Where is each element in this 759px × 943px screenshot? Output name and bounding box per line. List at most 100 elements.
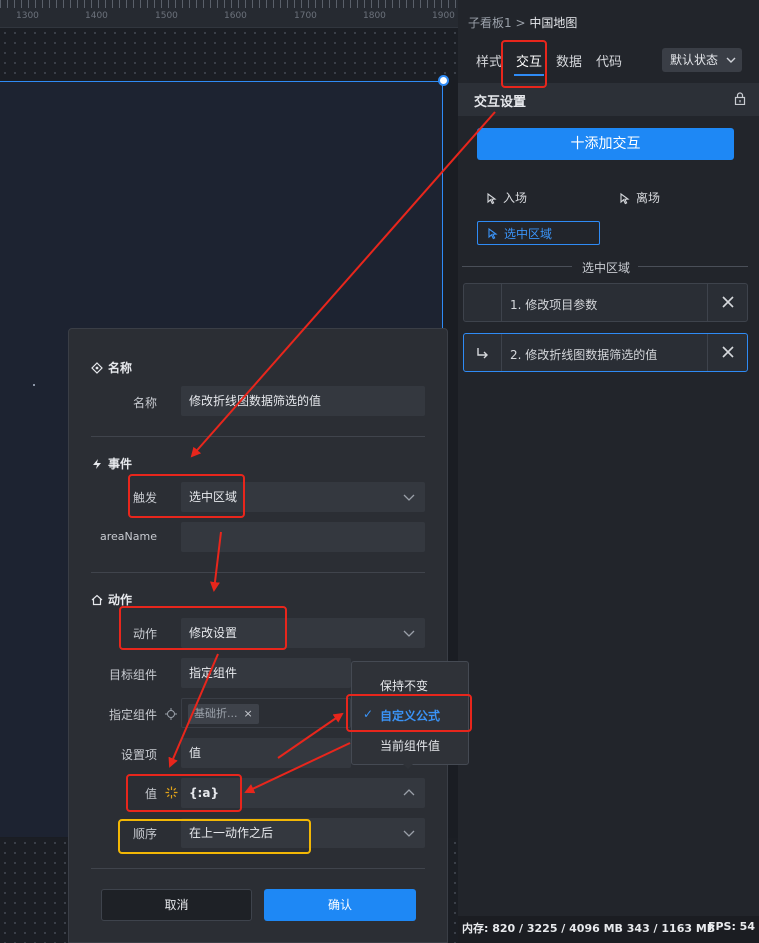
close-icon[interactable] (720, 344, 736, 360)
crosshair-icon[interactable] (165, 708, 177, 720)
item-separator (501, 284, 502, 321)
name-field[interactable]: 修改折线图数据筛选的值 (181, 386, 425, 416)
divider-line (638, 266, 748, 267)
event-enter-label: 入场 (503, 191, 528, 205)
setting-item-value: 值 (189, 746, 202, 760)
lightning-icon (93, 458, 101, 469)
action-list-item[interactable]: 2. 修改折线图数据筛选的值 (463, 333, 748, 372)
chevron-down-icon (403, 818, 415, 860)
value-source-menu: 保持不变 ✓ 自定义公式 当前组件值 (351, 661, 469, 765)
ruler-label: 1300 (16, 11, 39, 21)
action-list-title: 选中区域 (582, 261, 631, 275)
ruler-ticks (0, 0, 458, 8)
fps-readout: FPS: 54 (707, 920, 755, 933)
item-separator (501, 334, 502, 371)
menu-option-custom-formula[interactable]: 自定义公式 (380, 707, 440, 724)
section-divider (91, 572, 425, 573)
action-label: 动作 (132, 627, 157, 641)
cancel-button[interactable]: 取消 (101, 889, 252, 921)
cursor-click-icon (488, 227, 498, 240)
section-divider (91, 436, 425, 437)
setting-item-label: 设置项 (120, 748, 157, 762)
resize-handle[interactable] (438, 75, 449, 86)
specified-component-label: 指定组件 (108, 708, 157, 722)
component-tag-label: 基础折... (194, 707, 238, 720)
event-leave[interactable]: 离场 (618, 189, 660, 206)
menu-option-keep[interactable]: 保持不变 (380, 677, 428, 694)
divider-line (462, 266, 572, 267)
event-section-title: 事件 (108, 457, 133, 471)
areaname-field[interactable] (181, 522, 425, 552)
ruler-label: 1600 (224, 11, 247, 21)
diamond-icon (91, 361, 103, 374)
cursor-click-icon (620, 192, 630, 204)
tab-interaction[interactable]: 交互 (516, 51, 542, 70)
breadcrumb: 子看板1 > 中国地图 (468, 14, 577, 31)
lock-icon[interactable] (734, 92, 746, 105)
action-section-header: 动作 (91, 591, 132, 608)
action-section-title: 动作 (108, 593, 133, 607)
action-select[interactable]: 修改设置 (181, 618, 425, 648)
tag-remove-icon[interactable]: × (244, 707, 253, 720)
value-label: 值 (144, 787, 157, 801)
name-section-header: 名称 (91, 359, 132, 376)
name-label: 名称 (132, 396, 157, 410)
ruler-label: 1700 (294, 11, 317, 21)
section-title: 交互设置 (474, 95, 527, 110)
close-icon[interactable] (720, 294, 736, 310)
trigger-select[interactable]: 选中区域 (181, 482, 425, 512)
ruler-label: 1800 (363, 11, 386, 21)
action-list-divider: 选中区域 (462, 259, 748, 275)
event-select-region[interactable]: 选中区域 (477, 221, 600, 245)
action-item-label: 1. 修改项目参数 (510, 298, 598, 312)
horizontal-ruler: 1300 1400 1500 1600 1700 1800 1900 (0, 0, 458, 28)
name-section-title: 名称 (108, 361, 133, 375)
target-component-select[interactable]: 指定组件 (181, 658, 351, 688)
formula-sparkle-icon[interactable] (165, 786, 178, 799)
return-arrow-icon (477, 348, 488, 359)
canvas-dot (33, 384, 35, 386)
trigger-select-value: 选中区域 (189, 490, 238, 504)
item-separator (707, 284, 708, 321)
panel-tabs: 样式 交互 数据 代码 默认状态 (458, 44, 759, 78)
menu-option-current-value[interactable]: 当前组件值 (380, 737, 440, 754)
chevron-down-icon (403, 482, 415, 524)
setting-item-select[interactable]: 值 (181, 738, 351, 768)
target-component-label: 目标组件 (108, 668, 157, 682)
state-select[interactable]: 默认状态 (662, 48, 742, 72)
order-select[interactable]: 在上一动作之后 (181, 818, 425, 848)
value-formula-field[interactable]: {:a} (181, 778, 425, 808)
trigger-label: 触发 (132, 491, 157, 505)
event-leave-label: 离场 (636, 191, 661, 205)
canvas-grid (0, 28, 458, 80)
action-list-item[interactable]: 1. 修改项目参数 (463, 283, 748, 322)
breadcrumb-separator: > (515, 16, 526, 30)
order-select-value: 在上一动作之后 (189, 826, 274, 840)
ruler-label: 1500 (155, 11, 178, 21)
home-gear-icon (91, 594, 103, 605)
target-component-value: 指定组件 (189, 666, 238, 680)
component-tag[interactable]: 基础折... × (188, 704, 259, 724)
action-item-label: 2. 修改折线图数据筛选的值 (510, 348, 658, 362)
chevron-up-icon[interactable] (403, 778, 415, 820)
event-enter[interactable]: 入场 (485, 189, 527, 206)
status-bar: 内存: 820 / 3225 / 4096 MB 343 / 1163 MB F… (458, 916, 759, 943)
tab-data[interactable]: 数据 (556, 51, 582, 70)
name-field-value: 修改折线图数据筛选的值 (189, 394, 322, 408)
confirm-button[interactable]: 确认 (264, 889, 416, 921)
menu-pointer (402, 763, 414, 769)
cursor-click-icon (487, 192, 497, 204)
check-icon: ✓ (363, 707, 374, 721)
breadcrumb-parent[interactable]: 子看板1 (468, 16, 512, 30)
chevron-down-icon (726, 48, 736, 80)
value-formula-text: {:a} (189, 786, 219, 800)
areaname-label: areaName (100, 530, 157, 543)
chevron-down-icon (403, 618, 415, 660)
add-interaction-button[interactable]: 十添加交互 (477, 128, 734, 160)
tab-style[interactable]: 样式 (476, 51, 502, 70)
active-tab-indicator (514, 74, 544, 76)
order-label: 顺序 (132, 827, 157, 841)
action-select-value: 修改设置 (189, 626, 238, 640)
state-select-value: 默认状态 (670, 53, 719, 67)
tab-code[interactable]: 代码 (596, 51, 622, 70)
